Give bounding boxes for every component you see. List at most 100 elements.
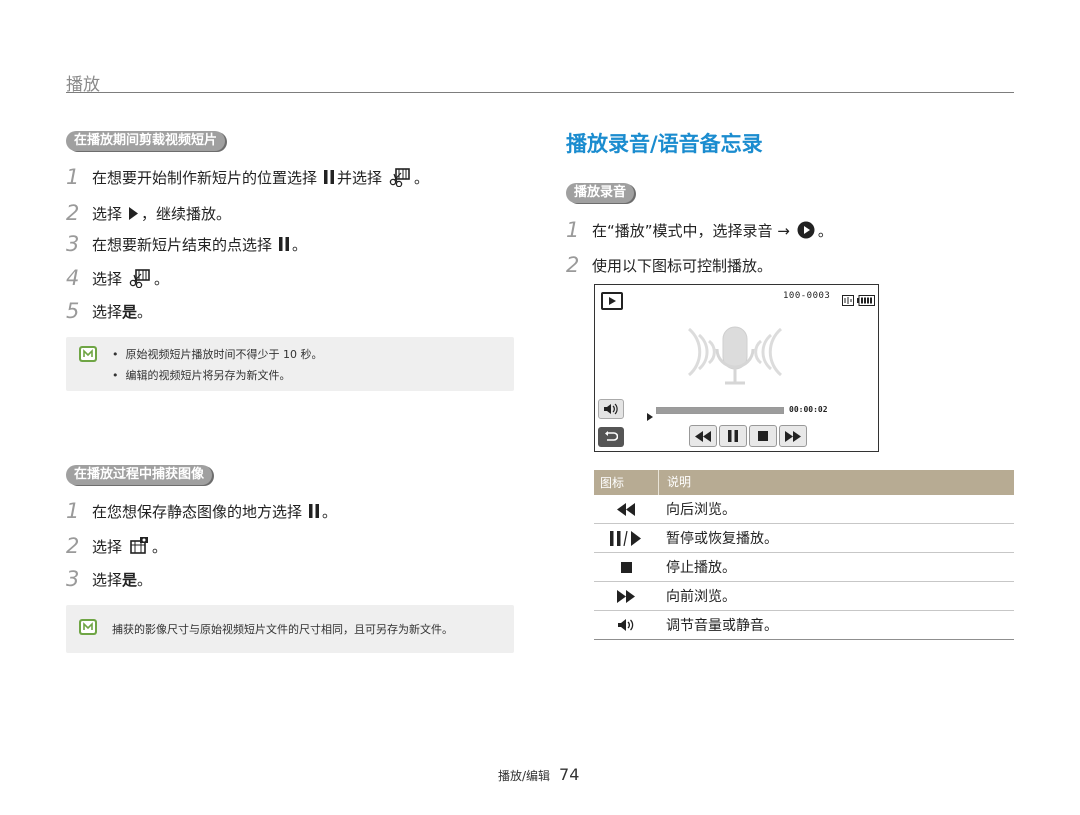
row-description: 调节音量或静音。: [666, 618, 778, 634]
pause-icon: [279, 237, 290, 251]
file-number: 100-0003: [783, 291, 831, 301]
trim-note-box: • 原始视频短片播放时间不得少于 10 秒。 • 编辑的视频短片将另存为新文件。: [66, 337, 514, 391]
step-text: 在您想保存静态图像的地方选择: [92, 502, 303, 521]
capture-step-3: 3 选择 是 。: [66, 567, 152, 591]
step-text: 在想要新短片结束的点选择: [92, 235, 273, 254]
row-description: 向后浏览。: [666, 502, 736, 518]
step-number: 3: [66, 232, 80, 256]
step-text: 选择: [92, 570, 123, 589]
step-text-post: 。: [292, 235, 308, 254]
step-text-post: 。: [414, 168, 430, 187]
table-row: 暂停或恢复播放。: [594, 524, 1014, 553]
step-number: 5: [66, 299, 80, 323]
step-text: 在“播放”模式中，选择录音 →: [592, 221, 790, 240]
fast-forward-icon: [594, 589, 658, 603]
play-voice-heading: 播放录音: [566, 183, 635, 203]
step-number: 3: [66, 567, 80, 591]
pause-button[interactable]: [719, 425, 747, 447]
step-number: 1: [566, 218, 580, 242]
rewind-button[interactable]: [689, 425, 717, 447]
pause-icon: [324, 170, 335, 184]
sound-waves-right-icon: [754, 327, 783, 377]
stop-button[interactable]: [749, 425, 777, 447]
play-icon: [129, 206, 139, 220]
step-text-post: ，继续播放。: [141, 204, 232, 223]
step-text-post: 。: [154, 269, 170, 288]
battery-icon: [857, 291, 875, 310]
table-row: 向后浏览。: [594, 495, 1014, 524]
trim-step-4: 4 选择 。: [66, 266, 169, 290]
step-text-post: 。: [137, 570, 153, 589]
icon-table: 图标 说明 向后浏览。 暂停或恢复播放。 停止播放。 向前浏览。 调节音量或静音…: [594, 470, 1014, 640]
page-number: 74: [559, 765, 580, 784]
elapsed-time: 00:00:02: [789, 405, 828, 414]
capture-icon: [129, 536, 149, 556]
header-icon: 图标: [600, 476, 625, 490]
header-description: 说明: [658, 470, 1014, 495]
table-row: 向前浏览。: [594, 582, 1014, 611]
rewind-icon: [594, 502, 658, 516]
capture-step-1: 1 在您想保存静态图像的地方选择 。: [66, 499, 337, 523]
sound-waves-left-icon: [687, 327, 716, 377]
note-text: 原始视频短片播放时间不得少于 10 秒。: [125, 348, 323, 361]
step-text-mid: 并选择: [337, 168, 383, 187]
step-text-post: 。: [152, 537, 168, 556]
step-text-post: 。: [322, 502, 338, 521]
step-text-bold: 是: [122, 302, 138, 321]
voice-step-2: 2 使用以下图标可控制播放。: [566, 253, 772, 277]
trim-step-5: 5 选择 是 。: [66, 299, 152, 323]
step-number: 1: [66, 499, 80, 523]
step-text-post: 。: [137, 302, 153, 321]
progress-play-icon: [647, 406, 653, 425]
row-description: 停止播放。: [666, 560, 736, 576]
page-footer: 播放/编辑 74: [498, 765, 579, 784]
step-number: 2: [66, 201, 80, 225]
step-number: 1: [66, 165, 80, 189]
table-row: 调节音量或静音。: [594, 611, 1014, 640]
progress-fill: [657, 408, 783, 413]
step-text: 使用以下图标可控制播放。: [592, 256, 773, 275]
capture-step-2: 2 选择 。: [66, 534, 167, 558]
step-text: 在想要开始制作新短片的位置选择: [92, 168, 318, 187]
step-text: 选择: [92, 302, 123, 321]
pause-play-icon: [594, 530, 658, 546]
back-button[interactable]: [598, 427, 624, 447]
capture-note-box: 捕获的影像尺寸与原始视频短片文件的尺寸相同，且可另存为新文件。: [66, 605, 514, 653]
play-circle-icon: [797, 221, 815, 239]
trim-icon: [389, 167, 411, 187]
capture-note-text: 捕获的影像尺寸与原始视频短片文件的尺寸相同，且可另存为新文件。: [112, 623, 453, 636]
progress-bar[interactable]: [656, 407, 784, 414]
trim-section-heading: 在播放期间剪裁视频短片: [66, 131, 226, 151]
note-icon: [79, 346, 97, 362]
play-mode-icon: [601, 292, 623, 310]
step-number: 2: [566, 253, 580, 277]
row-description: 向前浏览。: [666, 589, 736, 605]
voice-memo-icon: [842, 291, 854, 310]
voice-playback-screen: 100-0003 00:00:02: [594, 284, 879, 452]
row-description: 暂停或恢复播放。: [666, 531, 778, 547]
step-number: 4: [66, 266, 80, 290]
fast-forward-button[interactable]: [779, 425, 807, 447]
step-text-bold: 是: [122, 570, 138, 589]
footer-section: 播放/编辑: [498, 769, 551, 783]
note-text: 编辑的视频短片将另存为新文件。: [125, 369, 291, 382]
microphone-icon: [715, 326, 755, 385]
trim-note-line-2: • 编辑的视频短片将另存为新文件。: [112, 369, 291, 382]
table-header: 图标 说明: [594, 470, 1014, 495]
pause-icon: [309, 504, 320, 518]
note-icon: [79, 619, 97, 635]
step-text-post: 。: [817, 221, 833, 240]
trim-note-line-1: • 原始视频短片播放时间不得少于 10 秒。: [112, 348, 323, 361]
stop-icon: [594, 561, 658, 573]
trim-step-3: 3 在想要新短片结束的点选择 。: [66, 232, 307, 256]
step-number: 2: [66, 534, 80, 558]
trim-step-1: 1 在想要开始制作新短片的位置选择 并选择 。: [66, 165, 429, 189]
volume-button[interactable]: [598, 399, 624, 419]
step-text: 选择: [92, 537, 123, 556]
capture-section-heading: 在播放过程中捕获图像: [66, 465, 213, 485]
section-title: 播放录音/语音备忘录: [566, 132, 763, 156]
trim-icon: [129, 268, 151, 288]
trim-step-2: 2 选择 ，继续播放。: [66, 201, 231, 225]
table-row: 停止播放。: [594, 553, 1014, 582]
voice-step-1: 1 在“播放”模式中，选择录音 → 。: [566, 218, 833, 242]
